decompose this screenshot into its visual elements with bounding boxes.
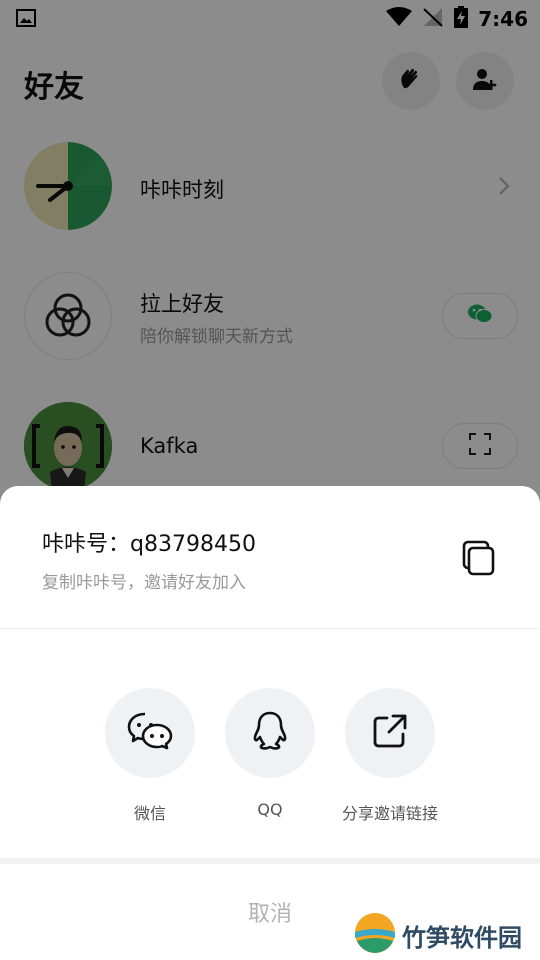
divider: [0, 628, 540, 629]
watermark-text: 竹笋软件园: [402, 923, 522, 952]
copy-hint: 复制咔咔号，邀请好友加入: [42, 573, 246, 593]
copy-button[interactable]: [458, 538, 498, 578]
copy-icon: [458, 540, 498, 582]
share-sheet: 咔咔号：q83798450 复制咔咔号，邀请好友加入 微信 QQ 分享邀请链接 …: [0, 486, 540, 960]
share-link[interactable]: 分享邀请链接: [320, 688, 460, 824]
share-link-icon: [373, 714, 407, 752]
watermark-logo-icon: [354, 912, 396, 958]
qq-icon: [252, 711, 288, 755]
share-qq-label: QQ: [257, 800, 283, 819]
watermark: 竹笋软件园: [354, 912, 522, 958]
wechat-icon: [127, 712, 173, 754]
share-link-circle[interactable]: [345, 688, 435, 778]
friends-screen: 7:46 好友 咔咔时刻 拉上好友 陪你解锁聊天新方式 Kafka 咔咔号：q8…: [0, 0, 540, 960]
share-wechat-label: 微信: [133, 804, 166, 823]
share-link-label: 分享邀请链接: [341, 804, 438, 823]
share-wechat-circle[interactable]: [105, 688, 195, 778]
share-qq[interactable]: QQ: [200, 688, 340, 819]
account-id: 咔咔号：q83798450: [42, 532, 256, 557]
share-wechat[interactable]: 微信: [80, 688, 220, 824]
share-qq-circle[interactable]: [225, 688, 315, 778]
